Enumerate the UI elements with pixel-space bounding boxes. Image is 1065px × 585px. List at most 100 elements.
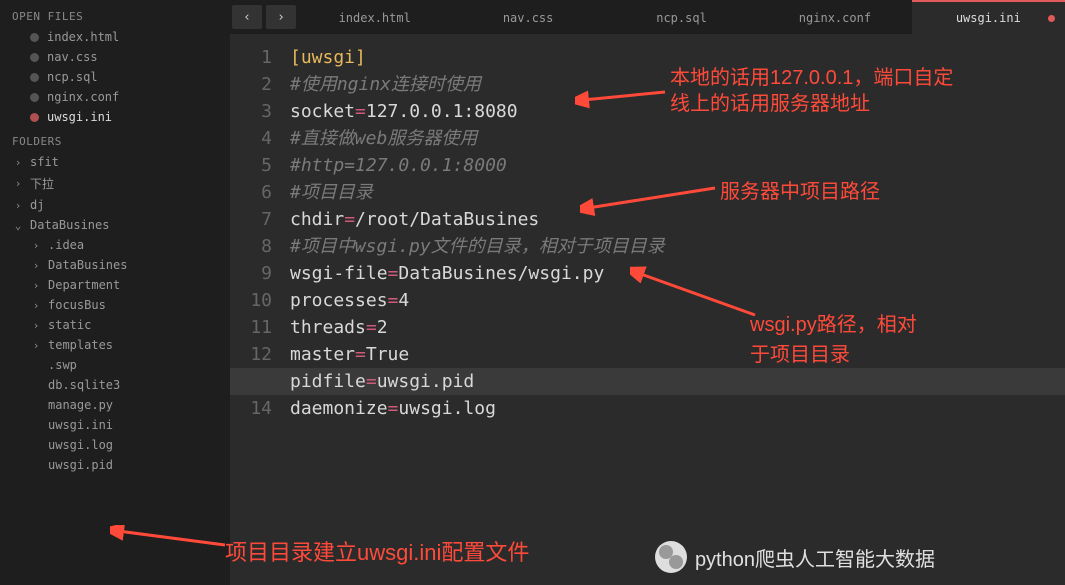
gutter: 1234567891011121314 — [230, 44, 290, 585]
token: pidfile — [290, 371, 366, 392]
folder-label: dj — [30, 198, 44, 212]
folder-label: Department — [48, 278, 120, 292]
sidebar: OPEN FILES index.htmlnav.cssncp.sqlnginx… — [0, 0, 230, 585]
code-line[interactable]: threads=2 — [290, 314, 1065, 341]
folder-item[interactable]: dj — [0, 195, 230, 215]
tab-label: uwsgi.ini — [956, 11, 1021, 25]
file-item[interactable]: manage.py — [18, 395, 230, 415]
folder-item[interactable]: .idea — [18, 235, 230, 255]
code-line[interactable]: wsgi-file=DataBusines/wsgi.py — [290, 260, 1065, 287]
file-item[interactable]: uwsgi.ini — [18, 415, 230, 435]
token: 2 — [377, 317, 388, 338]
folders-title: FOLDERS — [0, 131, 230, 152]
code-line[interactable]: [uwsgi] — [290, 44, 1065, 71]
token: = — [344, 209, 355, 230]
token: /root/DataBusines — [355, 209, 539, 230]
folder-label: .idea — [48, 238, 84, 252]
open-file-item[interactable]: nav.css — [0, 47, 230, 67]
code-area[interactable]: [uwsgi]#使用nginx连接时使用socket=127.0.0.1:808… — [290, 44, 1065, 585]
tab-label: index.html — [339, 11, 411, 25]
file-label: uwsgi.ini — [47, 110, 112, 124]
folder-item[interactable]: sfit — [0, 152, 230, 172]
chevron-icon — [30, 319, 42, 332]
folder-label: sfit — [30, 155, 59, 169]
token: wsgi-file — [290, 263, 388, 284]
code-line[interactable]: #直接做web服务器使用 — [290, 125, 1065, 152]
editor[interactable]: 1234567891011121314 [uwsgi]#使用nginx连接时使用… — [230, 34, 1065, 585]
file-label: manage.py — [48, 398, 113, 412]
code-line[interactable]: #项目中wsgi.py文件的目录，相对于项目目录 — [290, 233, 1065, 260]
token: True — [366, 344, 409, 365]
file-item[interactable]: db.sqlite3 — [18, 375, 230, 395]
code-line[interactable]: socket=127.0.0.1:8080 — [290, 98, 1065, 125]
line-number: 4 — [230, 125, 272, 152]
file-label: db.sqlite3 — [48, 378, 120, 392]
token: #http=127.0.0.1:8000 — [290, 155, 507, 176]
open-file-item[interactable]: ncp.sql — [0, 67, 230, 87]
line-number: 12 — [230, 341, 272, 368]
chevron-icon — [30, 259, 42, 272]
folder-item[interactable]: DataBusines — [18, 255, 230, 275]
file-label: uwsgi.log — [48, 438, 113, 452]
chevron-icon — [12, 177, 24, 190]
folder-label: templates — [48, 338, 113, 352]
token: #项目目录 — [290, 182, 373, 203]
line-number: 5 — [230, 152, 272, 179]
token: master — [290, 344, 355, 365]
folder-item[interactable]: DataBusines — [0, 215, 230, 235]
line-number: 8 — [230, 233, 272, 260]
code-line[interactable]: chdir=/root/DataBusines — [290, 206, 1065, 233]
token: #项目中wsgi.py文件的目录，相对于项目目录 — [290, 236, 665, 257]
file-label: index.html — [47, 30, 119, 44]
token: processes — [290, 290, 388, 311]
tab[interactable]: ncp.sql — [605, 0, 758, 34]
tab[interactable]: uwsgi.ini — [912, 0, 1065, 34]
token: = — [388, 398, 399, 419]
code-line[interactable]: #http=127.0.0.1:8000 — [290, 152, 1065, 179]
tab[interactable]: nginx.conf — [758, 0, 911, 34]
line-number: 14 — [230, 395, 272, 422]
watermark: python爬虫人工智能大数据 — [655, 541, 935, 573]
token: = — [355, 344, 366, 365]
token: DataBusines/wsgi.py — [398, 263, 604, 284]
tab[interactable]: nav.css — [451, 0, 604, 34]
token: daemonize — [290, 398, 388, 419]
code-line[interactable]: pidfile=uwsgi.pid — [230, 368, 1065, 395]
token: = — [388, 263, 399, 284]
file-label: nginx.conf — [47, 90, 119, 104]
nav-back-button[interactable]: ‹ — [232, 5, 262, 29]
chevron-icon — [30, 279, 42, 292]
folder-item[interactable]: Department — [18, 275, 230, 295]
folder-item[interactable]: 下拉 — [0, 172, 230, 195]
code-line[interactable]: daemonize=uwsgi.log — [290, 395, 1065, 422]
open-file-item[interactable]: uwsgi.ini — [0, 107, 230, 127]
chevron-icon — [30, 239, 42, 252]
tab-label: ncp.sql — [656, 11, 707, 25]
dirty-dot-icon — [30, 53, 39, 62]
folder-item[interactable]: templates — [18, 335, 230, 355]
file-item[interactable]: uwsgi.pid — [18, 455, 230, 475]
file-label: ncp.sql — [47, 70, 98, 84]
tab-bar: ‹ › index.html nav.css ncp.sql nginx.conf uw… — [230, 0, 1065, 34]
token: chdir — [290, 209, 344, 230]
open-file-item[interactable]: nginx.conf — [0, 87, 230, 107]
folder-label: static — [48, 318, 91, 332]
line-number: 2 — [230, 71, 272, 98]
dirty-dot-icon — [30, 73, 39, 82]
nav-forward-button[interactable]: › — [266, 5, 296, 29]
chevron-icon — [12, 199, 24, 212]
code-line[interactable]: master=True — [290, 341, 1065, 368]
code-line[interactable]: #使用nginx连接时使用 — [290, 71, 1065, 98]
code-line[interactable]: processes=4 — [290, 287, 1065, 314]
file-item[interactable]: .swp — [18, 355, 230, 375]
file-label: nav.css — [47, 50, 98, 64]
chevron-icon — [12, 156, 24, 169]
code-line[interactable]: #项目目录 — [290, 179, 1065, 206]
folder-item[interactable]: focusBus — [18, 295, 230, 315]
tab-label: nginx.conf — [799, 11, 871, 25]
file-item[interactable]: uwsgi.log — [18, 435, 230, 455]
tab[interactable]: index.html — [298, 0, 451, 34]
open-file-item[interactable]: index.html — [0, 27, 230, 47]
token: = — [366, 317, 377, 338]
folder-item[interactable]: static — [18, 315, 230, 335]
